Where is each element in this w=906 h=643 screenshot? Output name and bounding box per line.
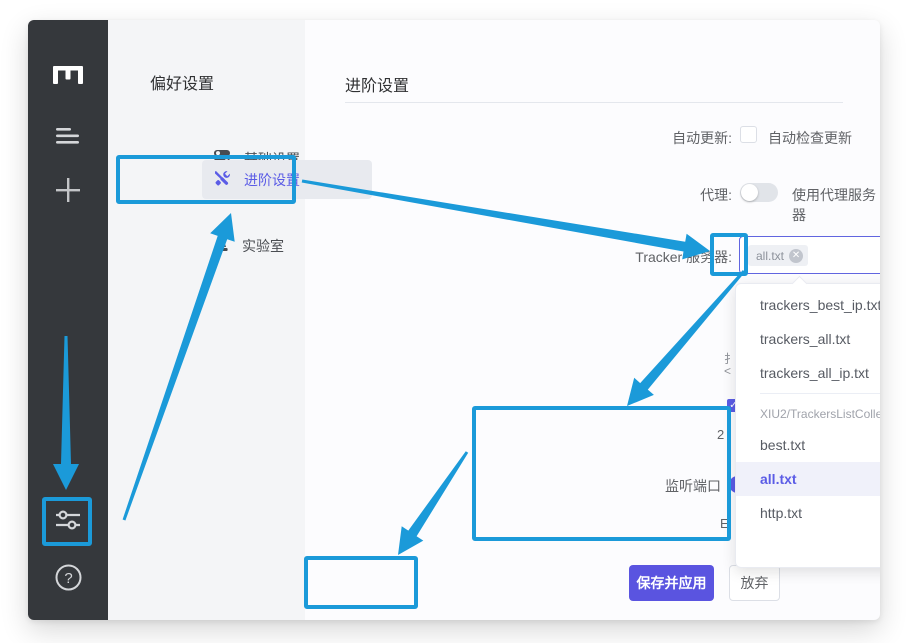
svg-text:?: ? xyxy=(64,570,72,587)
advanced-settings-panel: × 进阶设置 自动更新: 自动检查更新 代理: 使用代理服务器 Tracker … xyxy=(305,20,880,620)
app-sidebar: ? xyxy=(28,20,108,620)
preferences-title: 偏好设置 xyxy=(150,70,214,94)
help-text-fragment: < xyxy=(724,364,731,378)
tracker-source-dropdown: trackers_best_ip.txt trackers_all.txt tr… xyxy=(735,283,880,568)
sidebar-item-label: 进阶设置 xyxy=(244,170,300,190)
selected-tag: all.txt ✕ xyxy=(748,245,808,266)
task-list-icon[interactable] xyxy=(55,126,81,146)
advanced-settings-icon xyxy=(214,170,231,190)
preferences-sidebar: 偏好设置 基础设置 进阶设置 xyxy=(108,20,305,620)
save-and-apply-button[interactable]: 保存并应用 xyxy=(629,565,714,601)
tracker-server-label: Tracker 服务器: xyxy=(602,247,732,267)
tag-remove-icon[interactable]: ✕ xyxy=(789,249,803,263)
preferences-icon[interactable] xyxy=(53,505,83,535)
page-title: 进阶设置 xyxy=(345,72,409,96)
dropdown-item[interactable]: trackers_all.txt xyxy=(736,322,880,356)
auto-update-label: 自动更新: xyxy=(602,128,732,148)
auto-check-update-checkbox[interactable] xyxy=(740,126,757,143)
sidebar-item-label: 实验室 xyxy=(242,236,284,256)
title-divider xyxy=(345,102,843,103)
auto-check-update-checkbox-label[interactable]: 自动检查更新 xyxy=(768,128,852,148)
add-task-icon[interactable] xyxy=(54,176,82,204)
dropdown-item[interactable]: trackers_best_ip.txt xyxy=(736,288,880,322)
listen-port-label: 监听端口 xyxy=(645,476,721,496)
tag-label: all.txt xyxy=(756,249,784,263)
toggle-knob xyxy=(741,184,758,201)
dropdown-item[interactable]: http.txt xyxy=(736,496,880,530)
help-icon[interactable]: ? xyxy=(54,563,82,591)
dropdown-item-selected[interactable]: all.txt ✓ xyxy=(736,462,880,496)
motrix-preferences-window: ? 偏好设置 基础设置 xyxy=(28,20,880,620)
discard-button[interactable]: 放弃 xyxy=(729,565,780,601)
proxy-toggle-label[interactable]: 使用代理服务器 xyxy=(792,185,880,225)
dropdown-group-label: XIU2/TrackersListCollection xyxy=(736,400,880,428)
tracker-source-select[interactable]: all.txt ✕ xyxy=(739,236,880,274)
dropdown-item[interactable]: trackers_all_ip.txt xyxy=(736,356,880,390)
text-fragment: 2 xyxy=(717,427,724,442)
proxy-label: 代理: xyxy=(602,185,732,205)
text-fragment: E xyxy=(720,516,729,531)
dropdown-divider xyxy=(760,393,880,394)
lab-icon xyxy=(214,236,229,255)
motrix-logo xyxy=(52,64,84,90)
dropdown-item[interactable]: best.txt xyxy=(736,428,880,462)
proxy-toggle[interactable] xyxy=(740,183,778,202)
